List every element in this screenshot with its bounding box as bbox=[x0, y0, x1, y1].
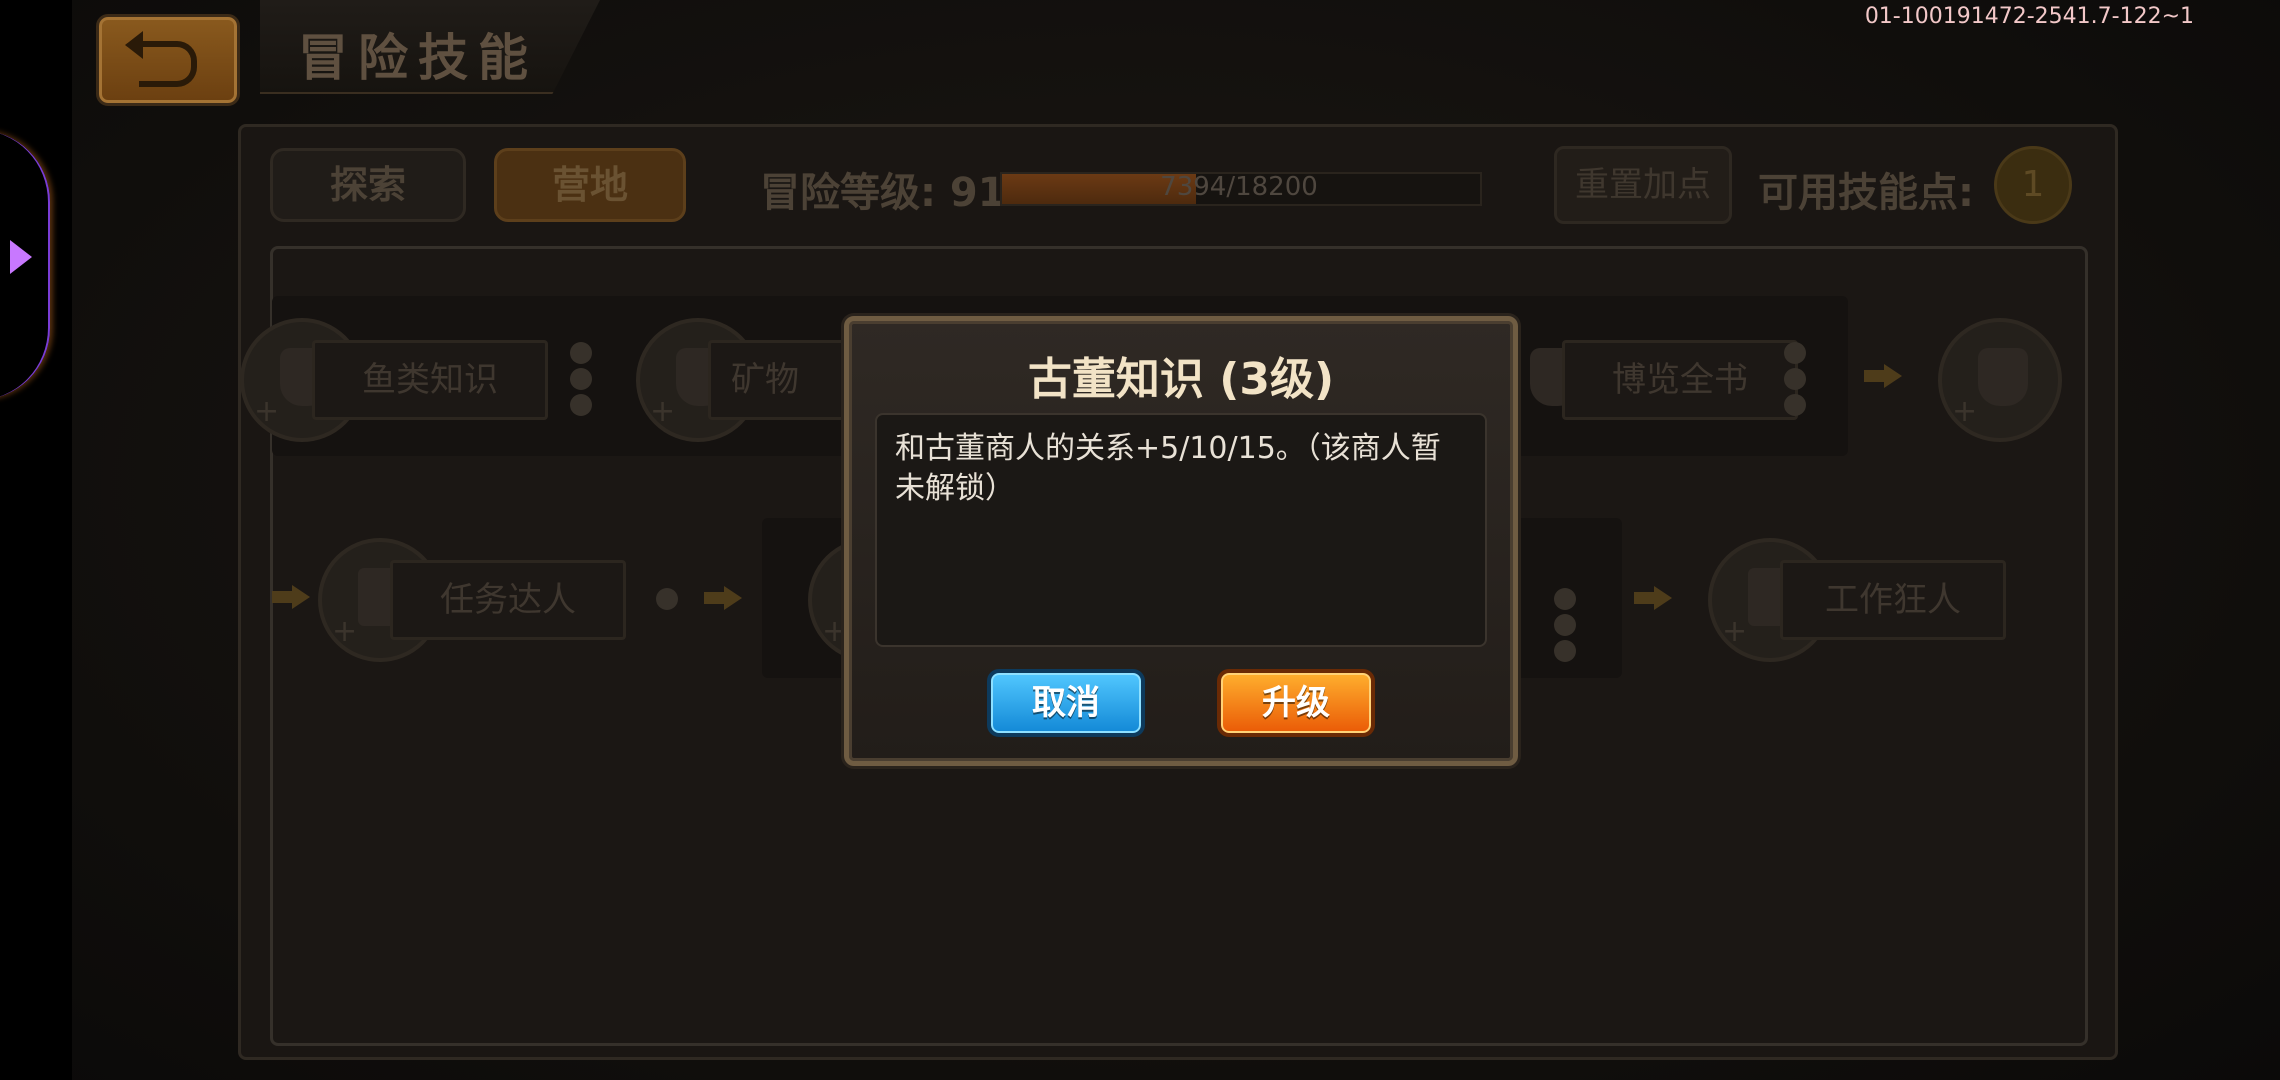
arrow-right-icon bbox=[704, 586, 744, 610]
skill-node-next[interactable]: + bbox=[1938, 318, 2078, 442]
skill-node-fish[interactable]: + 鱼类知识 bbox=[240, 318, 600, 442]
people-icon bbox=[1978, 348, 2028, 406]
skill-node-task-master[interactable]: + 任务达人 bbox=[318, 538, 678, 662]
skill-name: 任务达人 bbox=[390, 560, 626, 640]
back-button[interactable] bbox=[96, 14, 240, 106]
level-progress-text: 7394/18200 bbox=[1160, 172, 1318, 202]
skill-level-dots bbox=[1554, 588, 1578, 666]
skill-points-badge: 1 bbox=[1994, 146, 2072, 224]
plus-icon: + bbox=[332, 614, 358, 649]
tab-explore[interactable]: 探索 bbox=[270, 148, 466, 222]
arrow-right-icon bbox=[1864, 364, 1904, 388]
dialog-title: 古董知识 (3级) bbox=[1027, 354, 1335, 405]
skill-name: 鱼类知识 bbox=[312, 340, 548, 420]
skill-icon-circle: + bbox=[1938, 318, 2062, 442]
skill-level-dots bbox=[570, 342, 594, 420]
plus-icon: + bbox=[650, 394, 676, 429]
game-screen: 冒险技能 01-100191472-2541.7-122~1 探索 营地 冒险等… bbox=[0, 0, 2280, 1080]
tab-camp[interactable]: 营地 bbox=[494, 148, 686, 222]
debug-id-text: 01-100191472-2541.7-122~1 bbox=[1864, 4, 2194, 29]
dialog-description: 和古董商人的关系+5/10/15。（该商人暂未解锁） bbox=[895, 431, 1441, 506]
page-title: 冒险技能 bbox=[298, 29, 538, 87]
upgrade-button[interactable]: 升级 bbox=[1217, 669, 1375, 737]
expand-arrow-icon[interactable] bbox=[10, 240, 32, 274]
skill-name: 工作狂人 bbox=[1780, 560, 2006, 640]
reset-points-button[interactable]: 重置加点 bbox=[1554, 146, 1732, 224]
arrow-right-icon bbox=[272, 585, 310, 609]
skill-level-dots bbox=[656, 588, 680, 614]
plus-icon: + bbox=[1952, 394, 1978, 429]
skill-level-dots bbox=[1784, 342, 1808, 420]
adventure-level-label: 冒险等级: 91 bbox=[760, 170, 1006, 216]
arrow-right-icon bbox=[1634, 586, 1674, 610]
skill-upgrade-dialog: 古董知识 (3级) 和古董商人的关系+5/10/15。（该商人暂未解锁） 取消 … bbox=[844, 316, 1518, 766]
skill-node-workaholic[interactable]: + 工作狂人 bbox=[1708, 538, 2078, 662]
skill-name: 博览全书 bbox=[1562, 340, 1798, 420]
back-arrow-icon bbox=[125, 31, 197, 87]
cancel-button[interactable]: 取消 bbox=[987, 669, 1145, 737]
dialog-description-box: 和古董商人的关系+5/10/15。（该商人暂未解锁） bbox=[875, 413, 1487, 647]
plus-icon: + bbox=[254, 394, 280, 429]
skill-points-label: 可用技能点: bbox=[1758, 170, 1974, 216]
plus-icon: + bbox=[1722, 614, 1748, 649]
